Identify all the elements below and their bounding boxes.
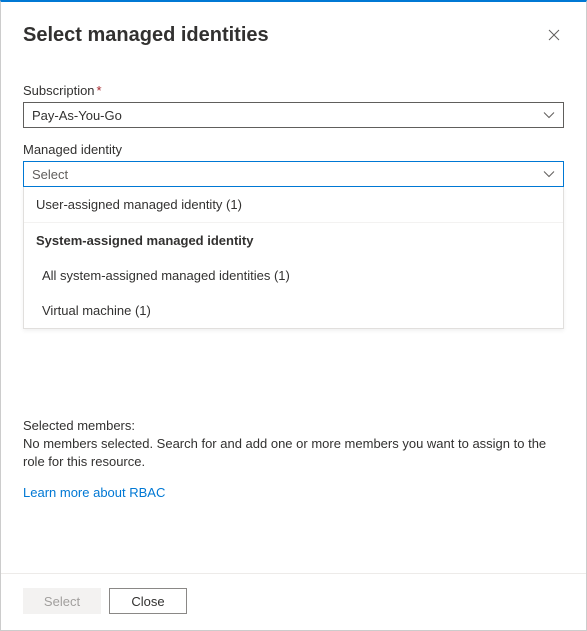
subscription-label-text: Subscription — [23, 83, 95, 98]
selected-members-title: Selected members: — [23, 418, 564, 433]
subscription-select[interactable]: Pay-As-You-Go — [23, 102, 564, 128]
dropdown-item-user-assigned[interactable]: User-assigned managed identity (1) — [24, 187, 563, 222]
managed-identity-placeholder: Select — [32, 167, 68, 182]
subscription-label: Subscription* — [23, 83, 564, 98]
dropdown-item-all-system[interactable]: All system-assigned managed identities (… — [24, 258, 563, 293]
dropdown-header-system-assigned: System-assigned managed identity — [24, 222, 563, 258]
footer: Select Close — [1, 573, 586, 630]
selected-members-empty-text: No members selected. Search for and add … — [23, 435, 564, 471]
subscription-value: Pay-As-You-Go — [32, 108, 122, 123]
subscription-field: Subscription* Pay-As-You-Go — [23, 83, 564, 128]
required-marker: * — [97, 83, 102, 98]
close-button[interactable]: Close — [109, 588, 187, 614]
managed-identity-dropdown: User-assigned managed identity (1) Syste… — [23, 187, 564, 329]
chevron-down-icon — [543, 170, 555, 178]
panel-title: Select managed identities — [23, 24, 269, 47]
chevron-down-icon — [543, 111, 555, 119]
close-icon[interactable] — [544, 25, 564, 47]
learn-more-link[interactable]: Learn more about RBAC — [23, 485, 165, 500]
dropdown-item-virtual-machine[interactable]: Virtual machine (1) — [24, 293, 563, 328]
managed-identity-label: Managed identity — [23, 142, 564, 157]
selected-members-section: Selected members: No members selected. S… — [23, 418, 564, 500]
select-button: Select — [23, 588, 101, 614]
managed-identity-select[interactable]: Select — [23, 161, 564, 187]
managed-identity-field: Managed identity Select User-assigned ma… — [23, 142, 564, 329]
